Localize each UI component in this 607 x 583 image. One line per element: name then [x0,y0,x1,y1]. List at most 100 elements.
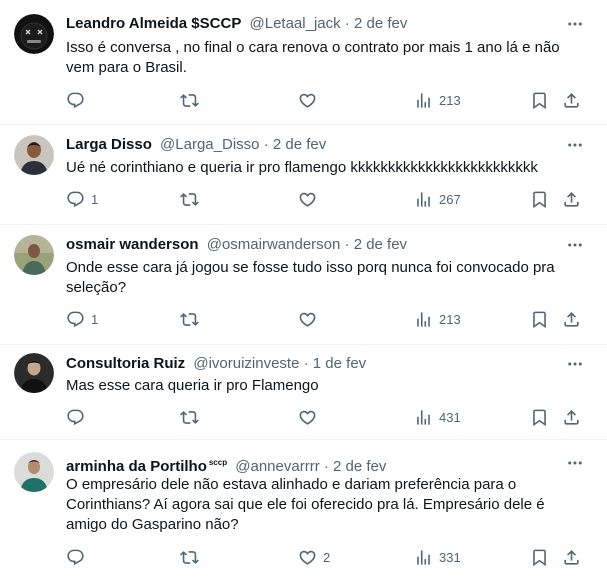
views-button[interactable]: 267 [414,189,461,209]
tweet[interactable]: Larga Disso @Larga_Disso · 2 de fev Ué n… [0,125,607,225]
reply-button[interactable] [66,90,91,110]
bookmark-button[interactable] [530,90,549,110]
bookmark-icon [533,409,546,426]
more-icon[interactable] [565,14,585,34]
tweet[interactable]: osmair wanderson @osmairwanderson · 2 de… [0,225,607,345]
author-name[interactable]: Consultoria Ruiz [66,355,185,372]
author-name[interactable]: Leandro Almeida $SCCP [66,15,241,32]
separator: · [344,15,350,32]
bookmark-icon [533,92,546,109]
reply-count: 1 [91,191,99,207]
avatar[interactable] [14,353,54,393]
separator: · [344,236,350,253]
like-button[interactable] [298,309,323,329]
author-handle[interactable]: @Letaal_jack [250,15,341,32]
author-handle[interactable]: @Larga_Disso [160,136,259,153]
author-name[interactable]: Larga Disso [66,136,152,153]
share-button[interactable] [562,90,581,110]
avatar[interactable] [14,452,54,492]
like-count: 2 [323,549,331,565]
share-icon [564,409,579,425]
author-name[interactable]: arminha da Portilho [66,458,207,475]
tweet-text: Ué né corinthiano e queria ir pro flamen… [66,159,538,176]
views-button[interactable]: 213 [414,309,461,329]
views-button[interactable]: 331 [414,547,461,567]
heart-icon [299,312,316,327]
reply-icon [67,191,84,207]
author-handle[interactable]: @ivoruizinveste [193,355,299,372]
tweet-date[interactable]: 2 de fev [354,15,407,32]
views-count: 267 [439,191,461,207]
reply-button[interactable] [66,407,91,427]
views-button[interactable]: 431 [414,407,461,427]
like-button[interactable] [298,90,323,110]
tweet-header: osmair wanderson @osmairwanderson · 2 de… [66,235,567,255]
bookmark-button[interactable] [530,309,549,329]
separator: · [323,458,329,475]
tweet-date[interactable]: 2 de fev [273,136,326,153]
tweet-header: arminha da Portilho sccp @annevarrrr · 2 … [66,453,567,477]
more-icon[interactable] [565,235,585,255]
bookmark-icon [533,191,546,208]
share-button[interactable] [562,407,581,427]
tweet[interactable]: arminha da Portilho sccp @annevarrrr · 2 … [0,440,607,583]
retweet-button[interactable] [180,547,205,567]
reply-icon [67,409,84,425]
views-count: 213 [439,311,461,327]
heart-icon [299,93,316,108]
tweet[interactable]: Leandro Almeida $SCCP @Letaal_jack · 2 d… [0,0,607,125]
bookmark-button[interactable] [530,547,549,567]
retweet-icon [180,312,199,326]
reply-button[interactable]: 1 [66,189,98,209]
views-icon [417,191,430,207]
author-name[interactable]: osmair wanderson [66,236,199,253]
tweet-text: O empresário dele não estava alinhado e … [66,476,545,533]
reply-icon [67,549,84,565]
retweet-icon [180,93,199,107]
separator: · [263,136,269,153]
tweet-date[interactable]: 1 de fev [313,355,366,372]
reply-icon [67,92,84,108]
tweet-date[interactable]: 2 de fev [333,458,386,475]
share-icon [564,92,579,108]
reply-count: 1 [91,311,99,327]
views-icon [417,311,430,327]
author-handle[interactable]: @annevarrrr [235,458,319,475]
avatar[interactable] [14,235,54,275]
like-button[interactable] [298,189,323,209]
tweet-header: Larga Disso @Larga_Disso · 2 de fev [66,135,567,155]
bookmark-button[interactable] [530,407,549,427]
tweet-date[interactable]: 2 de fev [354,236,407,253]
avatar[interactable] [14,135,54,175]
retweet-button[interactable] [180,407,205,427]
share-button[interactable] [562,547,581,567]
share-icon [564,311,579,327]
like-button[interactable] [298,407,323,427]
reply-feed: Leandro Almeida $SCCP @Letaal_jack · 2 d… [0,0,607,583]
bookmark-icon [533,311,546,328]
bookmark-button[interactable] [530,189,549,209]
reply-button[interactable]: 1 [66,309,98,329]
views-button[interactable]: 213 [414,90,461,110]
retweet-button[interactable] [180,309,205,329]
more-icon[interactable] [565,453,585,473]
reply-button[interactable] [66,547,91,567]
share-button[interactable] [562,309,581,329]
share-button[interactable] [562,189,581,209]
separator: · [303,355,309,372]
retweet-button[interactable] [180,90,205,110]
reply-icon [67,311,84,327]
heart-icon [299,410,316,425]
retweet-button[interactable] [180,189,205,209]
tweet[interactable]: Consultoria Ruiz @ivoruizinveste · 1 de … [0,345,607,440]
like-button[interactable]: 2 [298,547,330,567]
avatar[interactable] [14,14,54,54]
views-icon [417,409,430,425]
retweet-icon [180,410,199,424]
author-handle[interactable]: @osmairwanderson [207,236,341,253]
bookmark-icon [533,549,546,566]
more-icon[interactable] [565,354,585,374]
share-icon [564,191,579,207]
more-icon[interactable] [565,135,585,155]
views-icon [417,549,430,565]
